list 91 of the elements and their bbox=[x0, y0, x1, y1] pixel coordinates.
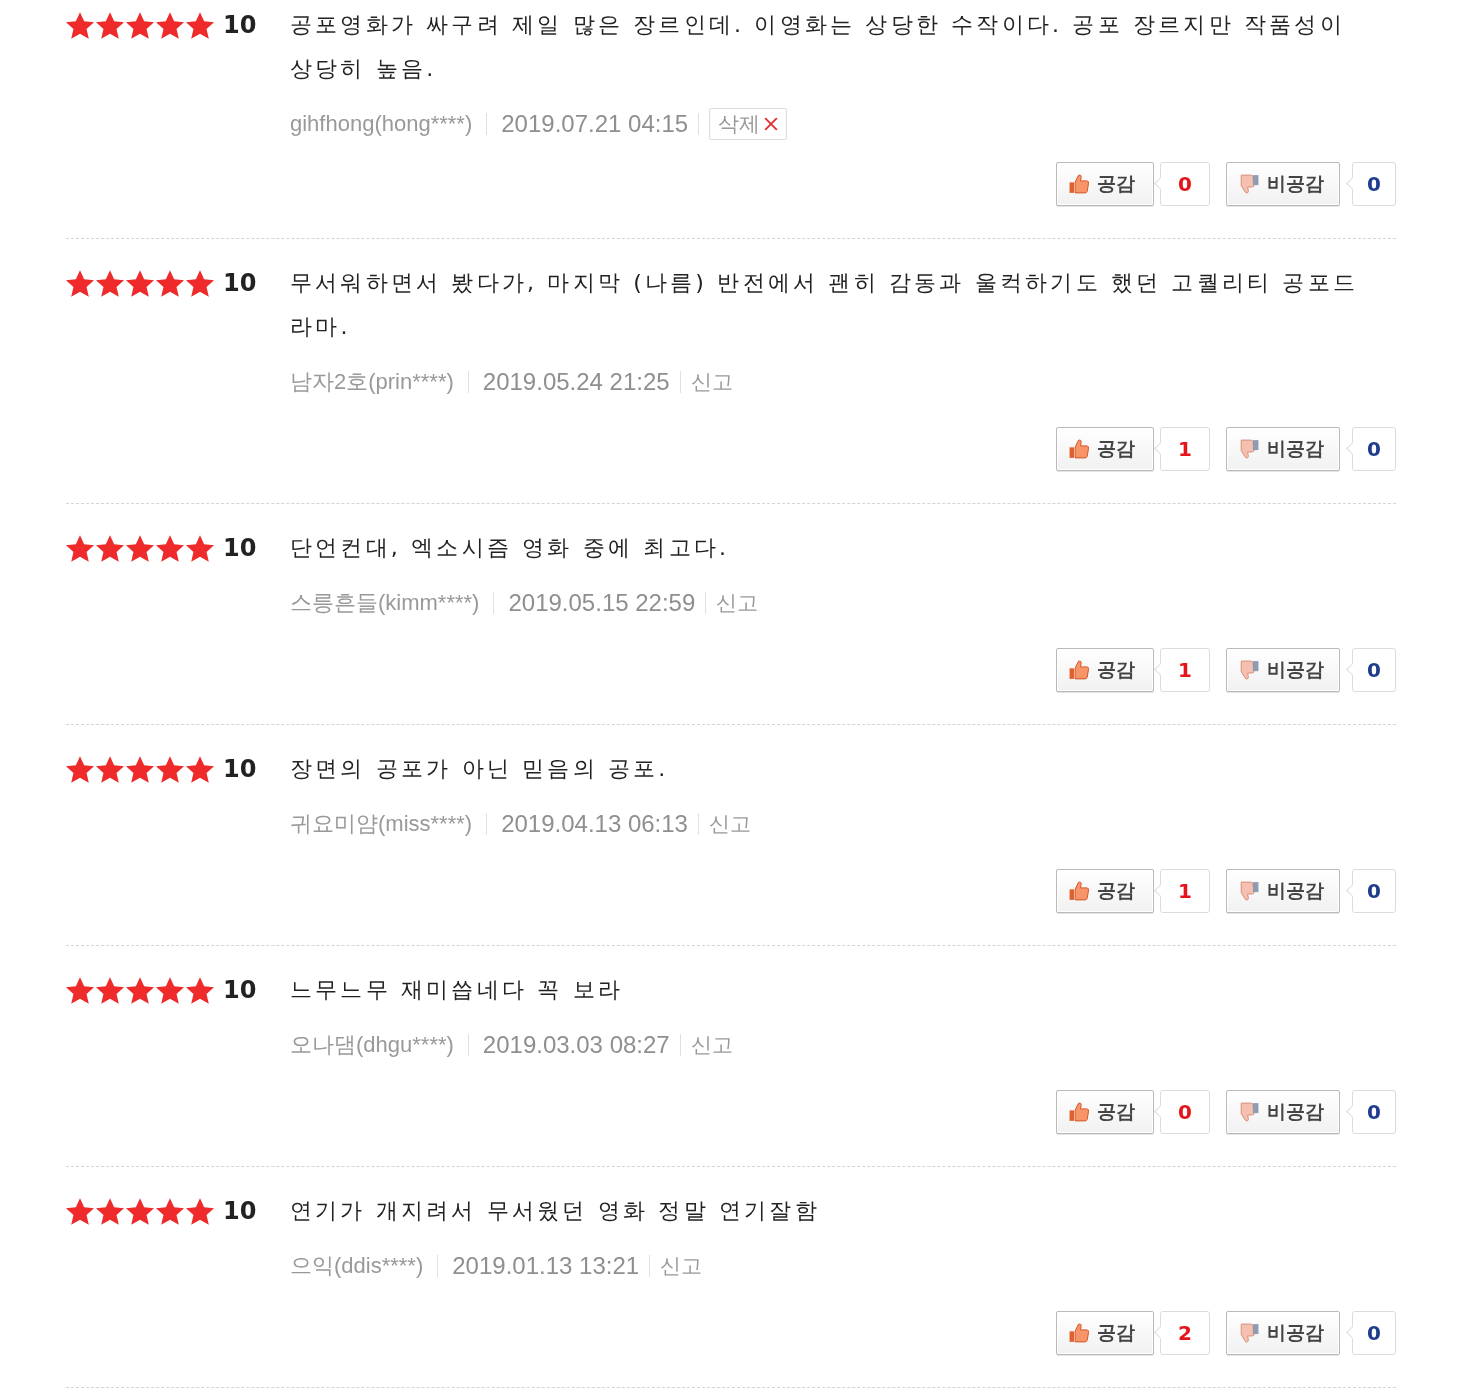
review-text: 무서워하면서 봤다가, 마지막 (나름) 반전에서 괜히 감동과 울컥하기도 했던 고퀄리티 공포드라마. bbox=[290, 269, 1360, 341]
star-icon bbox=[126, 755, 154, 783]
author-name: 스릉흔들(kimm****) bbox=[290, 589, 480, 617]
thumbs-up-icon bbox=[1069, 1102, 1089, 1122]
star-icon bbox=[96, 1197, 124, 1225]
thumbs-down-icon bbox=[1239, 660, 1259, 680]
review-date: 2019.05.15 22:59 bbox=[508, 589, 696, 617]
like-button[interactable]: 공감 bbox=[1056, 162, 1154, 206]
thumbs-down-icon bbox=[1239, 439, 1259, 459]
star-icon bbox=[126, 1197, 154, 1225]
star-icon bbox=[126, 976, 154, 1004]
star-icon bbox=[186, 534, 214, 562]
dislike-count: 0 bbox=[1346, 1090, 1396, 1134]
author-name: gihfhong(hong****) bbox=[290, 111, 473, 137]
review-date: 2019.04.13 06:13 bbox=[501, 810, 688, 838]
author-name: 귀요미얌(miss****) bbox=[290, 810, 473, 838]
thumbs-up-icon bbox=[1069, 660, 1089, 680]
review-text: 연기가 개지려서 무서웠던 영화 정말 연기잘함 bbox=[290, 1197, 821, 1225]
author-name: 으익(ddis****) bbox=[290, 1252, 424, 1280]
star-icon bbox=[66, 269, 94, 297]
dislike-count: 0 bbox=[1346, 648, 1396, 692]
rating-score: 10 bbox=[223, 269, 257, 297]
thumbs-up-icon bbox=[1069, 439, 1089, 459]
dislike-count: 0 bbox=[1346, 427, 1396, 471]
like-count: 1 bbox=[1154, 869, 1210, 913]
star-icon bbox=[186, 11, 214, 39]
like-count: 1 bbox=[1154, 427, 1210, 471]
star-icon bbox=[126, 534, 154, 562]
star-icon bbox=[96, 755, 124, 783]
star-icon bbox=[126, 269, 154, 297]
like-button[interactable]: 공감 bbox=[1056, 1090, 1154, 1134]
dislike-count: 0 bbox=[1346, 162, 1396, 206]
like-button[interactable]: 공감 bbox=[1056, 648, 1154, 692]
star-icon bbox=[186, 976, 214, 1004]
close-icon bbox=[764, 117, 779, 131]
star-icon bbox=[66, 755, 94, 783]
star-icon bbox=[96, 534, 124, 562]
star-icon bbox=[156, 11, 184, 39]
thumbs-down-icon bbox=[1239, 1102, 1259, 1122]
dislike-button[interactable]: 비공감 bbox=[1226, 1090, 1340, 1134]
rating-score: 10 bbox=[223, 11, 257, 39]
star-icon bbox=[156, 1197, 184, 1225]
rating-score: 10 bbox=[223, 1197, 257, 1225]
star-icon bbox=[156, 976, 184, 1004]
thumbs-down-icon bbox=[1239, 1323, 1259, 1343]
thumbs-down-icon bbox=[1239, 174, 1259, 194]
thumbs-up-icon bbox=[1069, 1323, 1089, 1343]
star-icon bbox=[66, 976, 94, 1004]
review-text: 공포영화가 싸구려 제일 많은 장르인데. 이영화는 상당한 수작이다. 공포 장르지만 작품성이 상당히 높음. bbox=[290, 11, 1346, 83]
review-date: 2019.03.03 08:27 bbox=[482, 1031, 670, 1059]
like-count: 2 bbox=[1154, 1311, 1210, 1355]
like-count: 0 bbox=[1154, 1090, 1210, 1134]
like-count: 0 bbox=[1154, 162, 1210, 206]
star-icon bbox=[156, 534, 184, 562]
star-icon bbox=[186, 269, 214, 297]
rating-score: 10 bbox=[223, 755, 257, 783]
thumbs-up-icon bbox=[1069, 174, 1089, 194]
star-icon bbox=[156, 755, 184, 783]
review-date: 2019.01.13 13:21 bbox=[452, 1252, 640, 1280]
thumbs-up-icon bbox=[1069, 881, 1089, 901]
dislike-count: 0 bbox=[1346, 869, 1396, 913]
review-date: 2019.05.24 21:25 bbox=[482, 368, 670, 396]
star-icon bbox=[66, 534, 94, 562]
star-icon bbox=[96, 269, 124, 297]
review-text: 장면의 공포가 아닌 믿음의 공포. bbox=[290, 755, 670, 783]
like-count: 1 bbox=[1154, 648, 1210, 692]
star-icon bbox=[126, 11, 154, 39]
dislike-button[interactable]: 비공감 bbox=[1226, 427, 1340, 471]
star-icon bbox=[66, 11, 94, 39]
rating-score: 10 bbox=[223, 534, 257, 562]
like-button[interactable]: 공감 bbox=[1056, 427, 1154, 471]
review-text: 느무느무 재미씁네다 꼭 보라 bbox=[290, 976, 624, 1004]
dislike-button[interactable]: 비공감 bbox=[1226, 162, 1340, 206]
like-button[interactable]: 공감 bbox=[1056, 869, 1154, 913]
dislike-count: 0 bbox=[1346, 1311, 1396, 1355]
like-button[interactable]: 공감 bbox=[1056, 1311, 1154, 1355]
star-icon bbox=[186, 755, 214, 783]
author-name: 남자2호(prin****) bbox=[290, 368, 454, 396]
star-icon bbox=[156, 269, 184, 297]
author-name: 오나댐(dhgu****) bbox=[290, 1031, 454, 1059]
star-icon bbox=[96, 976, 124, 1004]
star-icon bbox=[96, 11, 124, 39]
star-icon bbox=[186, 1197, 214, 1225]
review-text: 단언컨대, 엑소시즘 영화 중에 최고다. bbox=[290, 534, 731, 562]
star-icon bbox=[66, 1197, 94, 1225]
rating-score: 10 bbox=[223, 976, 257, 1004]
dislike-button[interactable]: 비공감 bbox=[1226, 648, 1340, 692]
review-date: 2019.07.21 04:15 bbox=[501, 110, 689, 138]
dislike-button[interactable]: 비공감 bbox=[1226, 869, 1340, 913]
thumbs-down-icon bbox=[1239, 881, 1259, 901]
dislike-button[interactable]: 비공감 bbox=[1226, 1311, 1340, 1355]
